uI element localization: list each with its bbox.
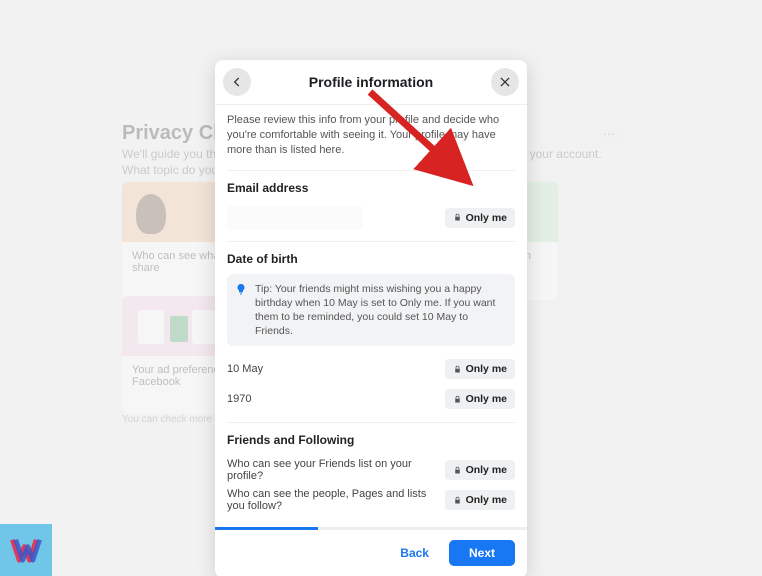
dob-day-month: 10 May — [227, 363, 445, 375]
friends-list-audience-button[interactable]: Only me — [445, 460, 515, 480]
audience-label: Only me — [466, 363, 507, 375]
audience-label: Only me — [466, 212, 507, 224]
next-button[interactable]: Next — [449, 540, 515, 566]
profile-information-modal: Profile information Please review this i… — [215, 60, 527, 576]
following-audience-button[interactable]: Only me — [445, 490, 515, 510]
dob-day-month-audience-button[interactable]: Only me — [445, 359, 515, 379]
section-dob-heading: Date of birth — [227, 252, 515, 266]
section-friends-heading: Friends and Following — [227, 433, 515, 447]
friends-list-question: Who can see your Friends list on your pr… — [227, 458, 445, 482]
back-icon-button[interactable] — [223, 68, 251, 96]
lightbulb-icon — [235, 283, 247, 295]
arrow-left-icon — [230, 75, 244, 89]
brand-logo-icon — [9, 533, 43, 567]
lock-icon — [453, 365, 462, 374]
dob-tip: Tip: Your friends might miss wishing you… — [227, 274, 515, 347]
brand-logo — [0, 524, 52, 576]
back-button[interactable]: Back — [388, 540, 441, 566]
section-email-heading: Email address — [227, 181, 515, 195]
email-value — [227, 206, 363, 230]
close-icon — [498, 75, 512, 89]
lock-icon — [453, 466, 462, 475]
following-question: Who can see the people, Pages and lists … — [227, 488, 445, 512]
lock-icon — [453, 496, 462, 505]
lock-icon — [453, 213, 462, 222]
dob-year-audience-button[interactable]: Only me — [445, 389, 515, 409]
close-button[interactable] — [491, 68, 519, 96]
modal-title: Profile information — [309, 74, 433, 90]
progress-bar — [215, 527, 527, 530]
audience-label: Only me — [466, 494, 507, 506]
email-audience-button[interactable]: Only me — [445, 208, 515, 228]
lock-icon — [453, 395, 462, 404]
dob-year: 1970 — [227, 393, 445, 405]
modal-description: Please review this info from your profil… — [227, 113, 515, 171]
audience-label: Only me — [466, 393, 507, 405]
audience-label: Only me — [466, 464, 507, 476]
